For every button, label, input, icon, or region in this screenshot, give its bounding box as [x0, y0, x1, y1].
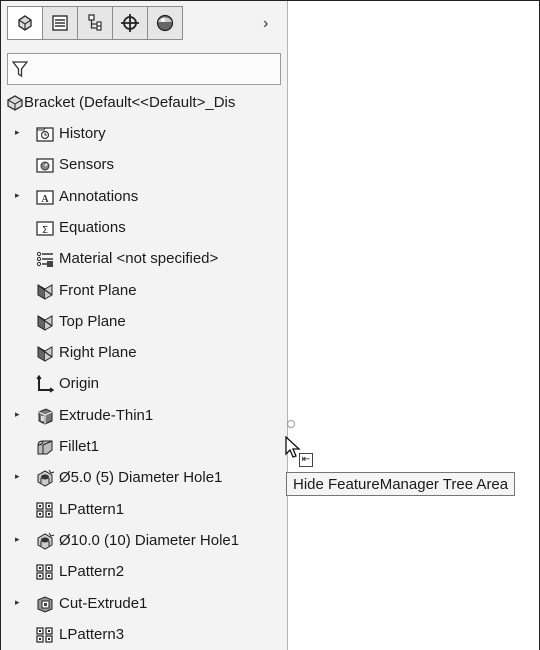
material-icon — [35, 250, 55, 268]
linear-pattern-icon — [35, 626, 55, 644]
sensors-folder-icon — [35, 156, 55, 174]
hole-wizard-icon — [35, 469, 55, 487]
tree-item[interactable]: ▸ Ø10.0 (10) Diameter Hole1 — [1, 527, 287, 555]
origin-icon — [35, 375, 55, 393]
tree-item-label: LPattern1 — [59, 500, 125, 518]
tree-item[interactable]: LPattern1 — [1, 496, 287, 524]
filter-icon — [12, 61, 28, 78]
dimxpert-manager-icon — [121, 14, 139, 32]
tree-item[interactable]: ▸ Ø5.0 (5) Diameter Hole1 — [1, 464, 287, 492]
expand-arrow-icon[interactable]: ▸ — [15, 534, 20, 545]
tree-item[interactable]: ▸ Extrude-Thin1 — [1, 402, 287, 430]
annotations-folder-icon: A — [35, 188, 55, 206]
tree-item-label: Extrude-Thin1 — [59, 406, 154, 424]
tooltip: Hide FeatureManager Tree Area — [286, 472, 516, 496]
hole-wizard-icon — [35, 532, 55, 550]
filter-bar[interactable] — [7, 53, 281, 85]
cut-extrude-icon — [35, 595, 55, 613]
part-icon — [18, 15, 32, 31]
tree-item-label: History — [59, 125, 106, 142]
property-manager-icon — [52, 15, 68, 31]
plane-icon — [35, 313, 55, 331]
tree-item[interactable]: Sensors — [1, 151, 287, 179]
tree-item[interactable]: Right Plane — [1, 339, 287, 367]
panel-resize-handle[interactable] — [287, 420, 295, 428]
tree-item-label: Origin — [59, 375, 100, 393]
svg-text:Σ: Σ — [42, 225, 48, 236]
tab-featuremanager[interactable] — [7, 6, 43, 40]
expand-arrow-icon[interactable]: ▸ — [15, 190, 20, 201]
plane-icon — [35, 282, 55, 300]
tree-item-label: Material <not specified> — [59, 250, 219, 268]
svg-text:A: A — [41, 194, 49, 205]
tree-item[interactable]: Origin — [1, 370, 287, 398]
tree-root-part[interactable]: Bracket (Default<<Default>_Dis — [1, 89, 287, 117]
tree-item[interactable]: LPattern2 — [1, 558, 287, 586]
tree-item[interactable]: LPattern3 — [1, 621, 287, 649]
tree-item[interactable]: Σ Equations — [1, 214, 287, 242]
tab-dimxpertmanager[interactable] — [112, 6, 148, 40]
linear-pattern-icon — [35, 563, 55, 581]
manager-tabs — [7, 6, 183, 42]
tree-item-label: Sensors — [59, 156, 115, 174]
equations-folder-icon: Σ — [35, 219, 55, 237]
tree-item-label: Top Plane — [59, 312, 126, 330]
tree-item[interactable]: Top Plane — [1, 308, 287, 336]
fillet-icon — [35, 438, 55, 456]
history-folder-icon — [35, 125, 55, 143]
featuremanager-panel: › Bracket (Default<<Default>_Dis ▸ History… — [1, 1, 288, 650]
linear-pattern-icon — [35, 501, 55, 519]
tree-item[interactable]: ▸ A Annotations — [1, 183, 287, 211]
display-manager-icon — [156, 14, 174, 32]
tree-item-label: Equations — [59, 218, 126, 236]
tree-item[interactable]: Front Plane — [1, 277, 287, 305]
hide-tree-area-button[interactable]: ⇤ — [299, 453, 313, 467]
expand-arrow-icon[interactable]: ▸ — [15, 127, 20, 138]
expand-arrow-icon[interactable]: ▸ — [15, 409, 20, 420]
tree-item-label: LPattern3 — [59, 625, 125, 643]
configuration-manager-icon — [88, 14, 102, 31]
tree-item-label: Bracket (Default<<Default>_Dis — [24, 94, 236, 111]
tree-item[interactable]: Material <not specified> — [1, 245, 287, 273]
tree-item[interactable]: ▸ History — [1, 120, 287, 148]
part-icon — [5, 94, 25, 112]
tree-item-label: LPattern2 — [59, 563, 125, 581]
tab-configurationmanager[interactable] — [77, 6, 113, 40]
tab-propertymanager[interactable] — [42, 6, 78, 40]
extrude-icon — [35, 407, 55, 425]
collapse-arrow-icon: ⇤ — [301, 454, 311, 465]
tab-displaymanager[interactable] — [147, 6, 183, 40]
tree-item-label: Annotations — [59, 187, 139, 205]
expand-arrow-icon[interactable]: ▸ — [15, 597, 20, 608]
plane-icon — [35, 344, 55, 362]
chevron-right-icon[interactable]: › — [263, 15, 268, 33]
tree-item-label: Fillet1 — [59, 438, 100, 455]
tree-item-label: Ø10.0 (10) Diameter Hole1 — [59, 531, 240, 549]
expand-arrow-icon[interactable]: ▸ — [15, 471, 20, 482]
tree-item-label: Cut-Extrude1 — [59, 594, 148, 612]
tree-item[interactable]: Fillet1 — [1, 433, 287, 461]
tree-item-label: Right Plane — [59, 344, 137, 362]
tree-item-label: Ø5.0 (5) Diameter Hole1 — [59, 469, 223, 487]
tree-item-label: Front Plane — [59, 281, 137, 299]
tree-item[interactable]: ▸ Cut-Extrude1 — [1, 590, 287, 618]
